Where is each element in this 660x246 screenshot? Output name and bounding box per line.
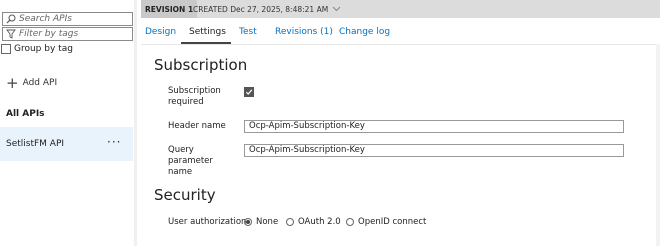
user-authorization-label: User authorization <box>168 217 247 227</box>
filter-icon <box>6 29 16 39</box>
sidebar-scrollbar[interactable] <box>134 0 137 246</box>
query-parameter-input[interactable]: Ocp-Apim-Subscription-Key <box>244 144 624 157</box>
api-list-item[interactable]: SetlistFM API ··· <box>0 127 133 161</box>
tab-change-log[interactable]: Change log <box>339 27 390 37</box>
radio-selected-icon[interactable] <box>244 218 252 226</box>
radio-oauth-label: OAuth 2.0 <box>298 217 341 227</box>
radio-openid-label: OpenID connect <box>358 217 427 227</box>
revision-badge: REVISION 1 <box>141 0 198 18</box>
ellipsis-icon[interactable]: ··· <box>107 135 121 149</box>
api-sidebar: Search APIs Filter by tags Group by tag … <box>0 0 135 246</box>
tab-design[interactable]: Design <box>145 27 176 37</box>
tab-settings[interactable]: Settings <box>189 27 226 37</box>
radio-none[interactable]: None <box>244 217 278 227</box>
radio-openid[interactable]: OpenID connect <box>346 217 426 227</box>
add-api-button[interactable]: + Add API <box>6 74 58 92</box>
search-icon <box>6 14 16 24</box>
checkbox-box[interactable] <box>1 44 11 54</box>
group-by-tag-checkbox[interactable]: Group by tag <box>1 42 73 56</box>
api-name: SetlistFM API <box>6 139 65 149</box>
search-apis-input[interactable]: Search APIs <box>2 12 133 26</box>
filter-tags-input[interactable]: Filter by tags <box>2 27 133 41</box>
revision-bar: REVISION 1 CREATED Dec 27, 2025, 8:48:21… <box>141 0 660 18</box>
header-name-label: Header name <box>168 121 226 131</box>
chevron-down-icon[interactable] <box>332 6 341 12</box>
tab-revisions[interactable]: Revisions (1) <box>275 27 333 37</box>
checkmark-icon <box>245 89 253 95</box>
main-scrollbar[interactable] <box>656 44 660 246</box>
tab-bar: Design Settings Test Revisions (1) Chang… <box>141 19 660 45</box>
add-api-label: Add API <box>22 78 58 88</box>
query-parameter-label: Query parameter name <box>168 145 213 177</box>
created-timestamp: CREATED Dec 27, 2025, 8:48:21 AM <box>193 4 329 14</box>
radio-unselected-icon[interactable] <box>346 218 354 226</box>
group-by-tag-label: Group by tag <box>14 44 73 54</box>
subscription-required-checkbox[interactable] <box>244 87 254 97</box>
search-apis-placeholder: Search APIs <box>19 14 72 24</box>
all-apis-heading: All APIs <box>6 109 45 119</box>
radio-none-label: None <box>256 217 279 227</box>
tab-test[interactable]: Test <box>239 27 257 37</box>
plus-icon: + <box>6 74 19 92</box>
radio-unselected-icon[interactable] <box>286 218 294 226</box>
filter-tags-placeholder: Filter by tags <box>19 29 79 39</box>
active-tab-indicator <box>181 42 231 44</box>
subscription-heading: Subscription <box>154 56 248 74</box>
header-name-input[interactable]: Ocp-Apim-Subscription-Key <box>244 120 624 133</box>
subscription-required-label: Subscription required <box>168 86 221 107</box>
radio-oauth[interactable]: OAuth 2.0 <box>286 217 341 227</box>
revision-created[interactable]: CREATED Dec 27, 2025, 8:48:21 AM <box>193 0 341 18</box>
security-heading: Security <box>154 186 216 204</box>
